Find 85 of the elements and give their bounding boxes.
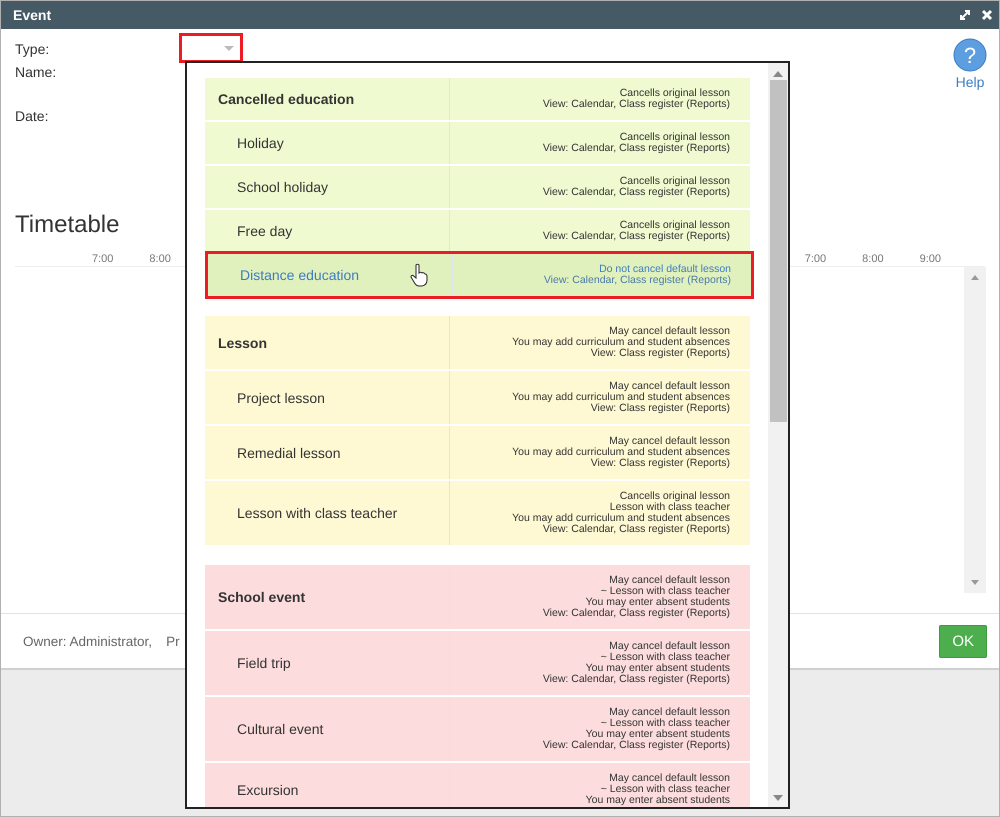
note-text: View: Calendar, Class register (Reports)	[542, 674, 730, 685]
note-text: Cancells original lesson	[620, 132, 730, 143]
note-text: You may enter absent students	[586, 795, 730, 806]
note-text: You may add curriculum and student absences	[512, 447, 730, 458]
note-text: ~ Lesson with class teacher	[600, 586, 730, 597]
help-link[interactable]: Help	[956, 74, 984, 90]
note-text: May cancel default lesson	[609, 326, 730, 337]
option-label: Excursion	[205, 763, 450, 807]
option-row[interactable]: Excursion May cancel default lesson ~ Lesson with class teacher You may enter absent students	[205, 763, 750, 807]
note-text: Cancells original lesson	[620, 88, 730, 99]
note-text: May cancel default lesson	[609, 707, 730, 718]
option-row[interactable]: School holiday Cancells original lesson View: Calendar, Class register (Reports)	[205, 166, 750, 208]
option-label: Lesson with class teacher	[205, 481, 450, 545]
footer-text: Pr	[166, 634, 180, 648]
note-text: View: Calendar, Class register (Reports)	[542, 524, 730, 535]
hand-cursor-icon	[410, 263, 428, 287]
option-row[interactable]: Holiday Cancells original lesson View: Calendar, Class register (Reports)	[205, 122, 750, 164]
option-row[interactable]: Distance education Do not cancel default lesson View: Calendar, Class register (Reports)	[208, 254, 751, 296]
scroll-up-icon[interactable]	[971, 275, 979, 280]
field-label: Date:	[15, 108, 50, 124]
note-text: Do not cancel default lesson	[599, 264, 731, 275]
note-text: May cancel default lesson	[609, 575, 730, 586]
option-label: Project lesson	[205, 371, 450, 424]
time-tick: 8:00	[862, 253, 884, 265]
group-title: Cancelled education	[205, 78, 450, 120]
note-text: May cancel default lesson	[609, 773, 730, 784]
note-text: May cancel default lesson	[609, 381, 730, 392]
expand-icon[interactable]	[959, 9, 971, 21]
option-row[interactable]: Cultural event May cancel default lesson ~ Lesson with class teacher You may enter absent students View: Calendar, Class register (Reports)	[205, 697, 750, 761]
group-title: Lesson	[205, 316, 450, 369]
note-text: You may add curriculum and student absences	[512, 392, 730, 403]
option-label: Holiday	[205, 122, 450, 164]
note-text: You may enter absent students	[586, 597, 730, 608]
scroll-down-icon[interactable]	[971, 580, 979, 585]
note-text: View: Class register (Reports)	[590, 403, 730, 414]
owner-text: Owner: Administrator,	[23, 634, 152, 648]
note-text: View: Calendar, Class register (Reports)	[542, 608, 730, 619]
note-text: ~ Lesson with class teacher	[600, 652, 730, 663]
close-icon[interactable]	[981, 9, 993, 21]
time-tick: 7:00	[92, 253, 114, 265]
note-text: View: Calendar, Class register (Reports)	[542, 187, 730, 198]
time-tick: 9:00	[920, 253, 941, 265]
group-header[interactable]: Cancelled education Cancells original lesson View: Calendar, Class register (Reports)	[205, 78, 750, 120]
field-label: Name:	[15, 64, 58, 80]
note-text: View: Calendar, Class register (Reports)	[544, 275, 731, 286]
time-tick: 8:00	[149, 253, 171, 265]
group-title: School event	[205, 565, 450, 629]
option-row[interactable]: Field trip May cancel default lesson ~ Lesson with class teacher You may enter absent students View: Calendar, Class register (Reports)	[205, 631, 750, 695]
option-row[interactable]: Free day Cancells original lesson View: Calendar, Class register (Reports)	[205, 210, 750, 252]
time-tick: 7:00	[804, 253, 826, 265]
note-text: You may enter absent students	[586, 729, 730, 740]
option-label: Cultural event	[205, 697, 450, 761]
note-text: View: Calendar, Class register (Reports)	[542, 143, 730, 154]
option-label: Field trip	[205, 631, 450, 695]
scroll-down-icon[interactable]	[773, 795, 783, 801]
note-text: ~ Lesson with class teacher	[600, 718, 730, 729]
option-row[interactable]: Lesson with class teacher Cancells original lesson Lesson with class teacher You may add curriculum and student absences View: Calendar, Class register (Reports)	[205, 481, 750, 545]
note-text: Cancells original lesson	[620, 491, 730, 502]
note-text: You may enter absent students	[586, 663, 730, 674]
note-text: You may add curriculum and student absences	[512, 337, 730, 348]
field-label: Type:	[15, 40, 50, 56]
note-text: View: Calendar, Class register (Reports)	[542, 231, 730, 242]
scrollbar[interactable]	[964, 267, 986, 593]
scrollbar[interactable]	[768, 63, 788, 807]
section-heading: Timetable	[15, 211, 120, 239]
group-header[interactable]: School event May cancel default lesson ~ Lesson with class teacher You may enter absent students View: Calendar, Class register (Reports)	[205, 565, 750, 629]
note-text: View: Class register (Reports)	[590, 348, 730, 359]
note-text: Lesson with class teacher	[610, 502, 730, 513]
window-title: Event	[13, 7, 52, 23]
note-text: View: Class register (Reports)	[590, 458, 730, 469]
option-label: School holiday	[205, 166, 450, 208]
note-text: You may add curriculum and student absences	[512, 513, 730, 524]
note-text: Cancells original lesson	[620, 220, 730, 231]
note-text: View: Calendar, Class register (Reports)	[542, 740, 730, 751]
scroll-up-icon[interactable]	[773, 71, 783, 77]
note-text: May cancel default lesson	[609, 436, 730, 447]
note-text: View: Calendar, Class register (Reports)	[542, 99, 730, 110]
option-row[interactable]: Remedial lesson May cancel default lesson You may add curriculum and student absences View: Class register (Reports)	[205, 426, 750, 479]
caret-icon	[224, 46, 234, 51]
group-header[interactable]: Lesson May cancel default lesson You may add curriculum and student absences View: Class register (Reports)	[205, 316, 750, 369]
note-text: Cancells original lesson	[620, 176, 730, 187]
note-text: ~ Lesson with class teacher	[600, 784, 730, 795]
option-label: Remedial lesson	[205, 426, 450, 479]
note-text: May cancel default lesson	[609, 641, 730, 652]
option-row[interactable]: Project lesson May cancel default lesson You may add curriculum and student absences View: Class register (Reports)	[205, 371, 750, 424]
